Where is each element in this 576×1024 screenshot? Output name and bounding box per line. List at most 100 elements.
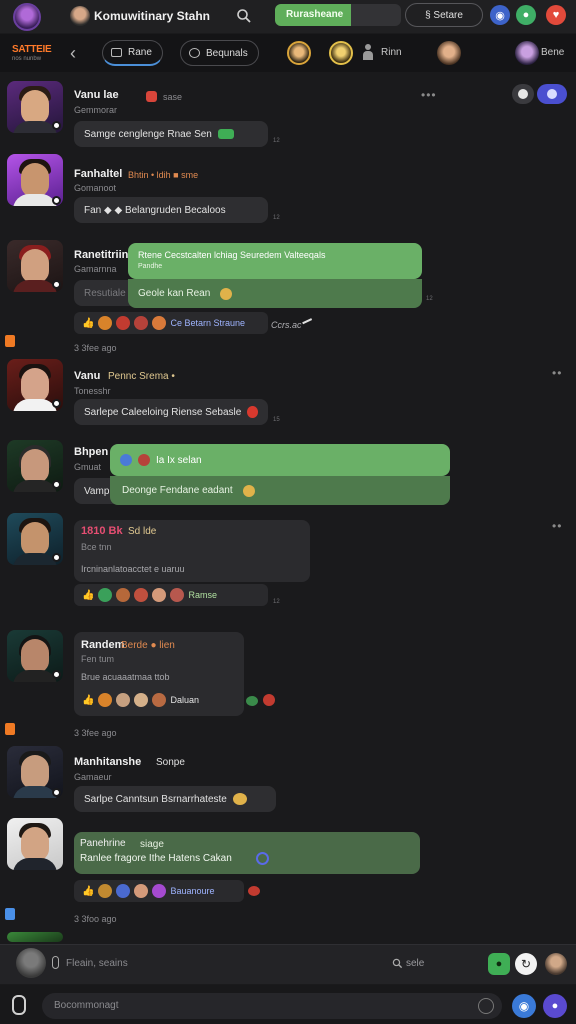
feather-icon [302, 318, 314, 328]
reactions-bar[interactable]: 👍 Ce Betarn Straune [74, 312, 268, 334]
message-bubble[interactable]: Geole kan Rean [128, 279, 422, 308]
message-list[interactable]: Vanu lae sase Gemmorar Samge cenglenge R… [0, 72, 576, 942]
avatar[interactable] [70, 6, 90, 26]
avatar[interactable] [329, 41, 353, 65]
emoji-icon[interactable] [116, 884, 131, 898]
message-text: Deonge Fendane eadant [122, 485, 233, 496]
settings-button[interactable]: § Setare [405, 3, 483, 27]
send-button[interactable]: ● [488, 953, 510, 975]
sender-name[interactable]: Vanu [74, 370, 100, 382]
more-options-icon[interactable]: ••• [421, 88, 437, 102]
avatar[interactable] [545, 953, 567, 975]
composer-search-label[interactable]: sele [406, 958, 424, 969]
emoji-icon[interactable] [98, 693, 113, 707]
reaction-summary: Bauanoure [170, 886, 215, 896]
emoji-icon [220, 287, 233, 300]
thumbs-up-icon[interactable]: 👍 [82, 318, 94, 329]
tab-bequnals[interactable]: Bequnals [180, 40, 259, 66]
message-bubble[interactable]: Fan ◆ ◆ Belangruden Becaloos [74, 197, 268, 223]
sender-name[interactable]: 1810 Bk [81, 525, 123, 537]
emoji-icon[interactable] [134, 884, 149, 898]
search-icon[interactable] [392, 958, 403, 969]
sender-name[interactable]: Panehrine [80, 838, 126, 849]
emoji-icon[interactable] [152, 588, 167, 602]
thumbs-up-icon[interactable]: 👍 [82, 886, 94, 897]
avatar[interactable] [7, 818, 63, 870]
emoji-icon[interactable] [134, 588, 149, 602]
reaction-summary: Ce Betarn Straune [170, 318, 245, 328]
bookmark-icon[interactable] [5, 908, 15, 920]
emoji-icon[interactable] [263, 694, 275, 706]
emoji-icon[interactable] [116, 316, 131, 330]
emoji-icon[interactable] [246, 696, 258, 706]
emoji-icon[interactable] [170, 588, 185, 602]
message-text: Vamp [84, 485, 110, 497]
highlighted-message-bubble[interactable]: Ia Ix selan [110, 444, 450, 476]
more-options-icon[interactable]: •• [552, 519, 562, 533]
attach-icon[interactable] [12, 995, 26, 1015]
sender-name[interactable]: Vanu lae [74, 89, 119, 101]
emoji-icon[interactable] [248, 886, 260, 896]
call-icon[interactable]: ● [516, 5, 536, 25]
composer-input[interactable]: Fleain, seains [66, 958, 128, 969]
trail-text: Ccrs.ac [271, 320, 302, 330]
emoji-icon[interactable] [98, 884, 113, 898]
emoji-icon[interactable] [98, 316, 113, 330]
app-logo[interactable] [13, 3, 41, 31]
bookmark-icon[interactable] [5, 335, 15, 347]
avatar[interactable] [515, 41, 539, 65]
emoji-icon [242, 484, 255, 497]
sender-name[interactable]: Ranetitriin [74, 249, 128, 261]
presence-indicator [52, 280, 61, 289]
globe-icon[interactable]: ◉ [490, 5, 510, 25]
emoji-icon[interactable] [134, 316, 149, 330]
message-input-placeholder: Bocommonagt [54, 1000, 119, 1011]
message-bubble[interactable]: Samge cenglenge Rnae Sen [74, 121, 268, 147]
avatar[interactable] [287, 41, 311, 65]
sender-name[interactable]: Bhpen [74, 446, 108, 458]
emoji-icon[interactable] [152, 884, 167, 898]
camera-icon[interactable]: ◉ [512, 994, 536, 1018]
message-subtext: Pandhe [138, 263, 163, 270]
profile-icon[interactable]: ● [543, 994, 567, 1018]
avatar[interactable] [437, 41, 461, 65]
message-bubble[interactable]: Deonge Fendane eadant [110, 476, 450, 505]
reactions-bar[interactable]: 👍 Bauanoure [74, 880, 244, 902]
info-icon[interactable] [256, 852, 269, 865]
reactions-bar[interactable]: 👍 Ramse [74, 584, 268, 606]
message-bubble[interactable]: Sarlpe Canntsun Bsrnarrhateste [74, 786, 276, 812]
mic-icon[interactable] [52, 956, 59, 969]
search-icon[interactable] [236, 8, 252, 24]
emoji-icon[interactable] [116, 588, 131, 602]
tab-rane[interactable]: Rane [102, 40, 163, 66]
add-reaction-button[interactable] [537, 84, 567, 104]
nav-right-label[interactable]: Bene [541, 47, 564, 58]
sender-name[interactable]: Fanhaltel [74, 168, 122, 180]
sender-name[interactable]: Randem [81, 639, 124, 651]
emoji-icon[interactable] [152, 316, 167, 330]
reactions-bar[interactable]: 👍 Daluan [74, 689, 244, 711]
reaction-toggle[interactable] [512, 84, 534, 104]
message-text: Ranlee fragore Ithe Hatens Cakan [80, 853, 232, 864]
status-toggle[interactable]: Rurasheane [275, 4, 401, 26]
emoji-button[interactable] [478, 998, 494, 1014]
back-button[interactable]: ‹ [70, 43, 76, 64]
bookmark-icon[interactable] [5, 723, 15, 735]
user-avatar[interactable] [16, 948, 46, 978]
message-bubble[interactable]: Sarlepe Caleeloing Riense Sebasle [74, 399, 268, 425]
emoji-icon[interactable] [152, 693, 167, 707]
presence-indicator [52, 399, 61, 408]
nav-person-label[interactable]: Rinn [381, 47, 402, 58]
emoji-icon[interactable] [98, 588, 113, 602]
heart-icon[interactable]: ♥ [546, 5, 566, 25]
avatar[interactable] [7, 932, 63, 942]
emoji-icon[interactable] [134, 693, 149, 707]
thumbs-up-icon[interactable]: 👍 [82, 590, 94, 601]
refresh-icon[interactable]: ↻ [515, 953, 537, 975]
thumbs-up-icon[interactable]: 👍 [82, 695, 94, 706]
more-options-icon[interactable]: •• [552, 366, 562, 380]
sender-name[interactable]: Manhitanshe [74, 756, 141, 768]
emoji-icon[interactable] [116, 693, 131, 707]
message-text: Sarlpe Canntsun Bsrnarrhateste [84, 793, 227, 805]
highlighted-message-bubble[interactable]: Rtene Cecstcalten lchiag Seuredem Valtee… [128, 243, 422, 279]
